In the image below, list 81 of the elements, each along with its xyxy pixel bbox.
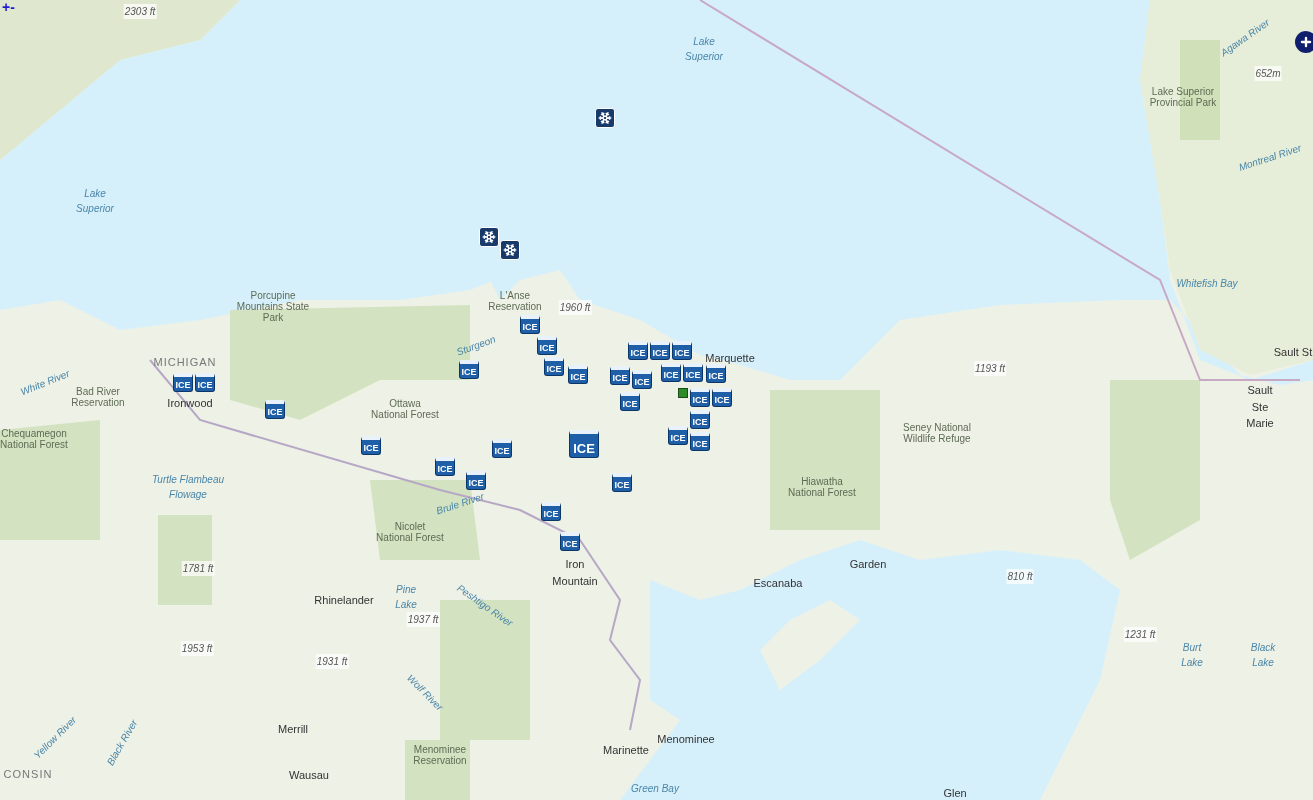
ice-marker[interactable]: ICE (690, 388, 710, 407)
map-label: Iron Mountain (551, 557, 599, 589)
ice-marker[interactable]: ICE (612, 473, 632, 492)
map-label: Menominee Reservation (412, 744, 468, 766)
ice-marker[interactable]: ICE (541, 502, 561, 521)
map-label: L'Anse Reservation (487, 290, 543, 312)
ice-marker[interactable]: ICE (560, 532, 580, 551)
map-label: Marquette (705, 351, 755, 366)
ice-marker[interactable]: ICE (544, 357, 564, 376)
ice-marker[interactable]: ICE (632, 370, 652, 389)
ice-marker[interactable]: ICE (610, 366, 630, 385)
ice-marker[interactable]: ICE (466, 471, 486, 490)
ice-marker[interactable]: ICE (459, 360, 479, 379)
map-label: Merrill (278, 722, 308, 737)
map-label: Black Lake (1249, 641, 1277, 670)
ice-marker[interactable]: ICE (668, 426, 688, 445)
map-label: Turtle Flambeau Flowage (150, 473, 226, 502)
ice-marker[interactable]: ICE (568, 365, 588, 384)
map-label: Wausau (289, 768, 329, 783)
ice-marker[interactable]: ICE (361, 436, 381, 455)
snowflake-marker-icon[interactable] (595, 108, 615, 128)
ice-marker[interactable]: ICE (672, 341, 692, 360)
ice-marker[interactable]: ICE (435, 457, 455, 476)
map-label: MICHIGAN (153, 355, 217, 370)
map-label: Garden (849, 557, 887, 572)
ice-marker[interactable]: ICE (620, 392, 640, 411)
ice-marker[interactable]: ICE (628, 341, 648, 360)
map-label: 1953 ft (180, 641, 214, 656)
map-label: Whitefish Bay (1176, 277, 1238, 291)
ice-marker[interactable]: ICE (712, 388, 732, 407)
ice-marker[interactable]: ICE (706, 364, 726, 383)
map-label: Nicolet National Forest (375, 521, 445, 543)
map-label: 1781 ft (181, 561, 215, 576)
map-label: 810 ft (1006, 569, 1034, 584)
map-label: 1960 ft (558, 300, 592, 315)
map-label: Sault Ste Marie (1245, 383, 1275, 431)
ice-marker[interactable]: ICE (683, 363, 703, 382)
map-label: Burt Lake (1180, 641, 1204, 670)
map-label: Chequamegon National Forest (0, 428, 69, 450)
map-label: 1937 ft (406, 612, 440, 627)
map-label: Brule River (434, 489, 486, 519)
map-label: Seney National Wildlife Refuge (902, 422, 972, 444)
map-label: Marinette (603, 743, 649, 758)
ice-marker[interactable]: ICE (650, 341, 670, 360)
map-label: White River (18, 366, 72, 400)
ice-marker[interactable]: ICE (520, 315, 540, 334)
map-label: Lake Superior (684, 35, 724, 64)
map-label: Glen (943, 786, 967, 800)
zoom-out-button[interactable]: - (10, 0, 15, 14)
ice-marker[interactable]: ICE (537, 336, 557, 355)
map-label: Menominee (657, 732, 715, 747)
map-label: 1931 ft (315, 654, 349, 669)
ice-marker[interactable]: ICE (492, 439, 512, 458)
map-label: Escanaba (753, 576, 803, 591)
zoom-in-button[interactable]: + (2, 0, 11, 14)
ice-marker[interactable]: ICE (690, 432, 710, 451)
map-label: Lake Superior Provincial Park (1148, 86, 1218, 108)
map-label: Hiawatha National Forest (787, 476, 857, 498)
map-label: 652m (1254, 66, 1282, 81)
map-label: Green Bay (631, 782, 679, 796)
map-label: Rhinelander (314, 593, 374, 608)
ice-marker[interactable]: ICE (173, 373, 193, 392)
ice-marker[interactable]: ICE (195, 373, 215, 392)
map-label: Ironwood (167, 396, 213, 411)
map-label: Sault St (1273, 345, 1313, 360)
ice-marker[interactable]: ICE (690, 410, 710, 429)
snowflake-marker-icon[interactable] (500, 240, 520, 260)
map-label: Bad River Reservation (70, 386, 126, 408)
map-label: Pine Lake (394, 583, 418, 612)
map-label: Ottawa National Forest (370, 398, 440, 420)
map-label: CONSIN (3, 767, 53, 782)
map-label: 1231 ft (1123, 627, 1157, 642)
map-label: Porcupine Mountains State Park (235, 290, 311, 323)
map-label: 2303 ft (123, 4, 157, 19)
ice-marker[interactable]: ICE (265, 400, 285, 419)
ice-marker[interactable]: ICE (569, 430, 599, 458)
map-label: Lake Superior (75, 187, 115, 216)
map-label: 1193 ft (974, 361, 1006, 376)
snowflake-marker-icon[interactable] (479, 227, 499, 247)
ice-marker[interactable]: ICE (661, 363, 681, 382)
square-marker-icon[interactable] (678, 388, 688, 398)
